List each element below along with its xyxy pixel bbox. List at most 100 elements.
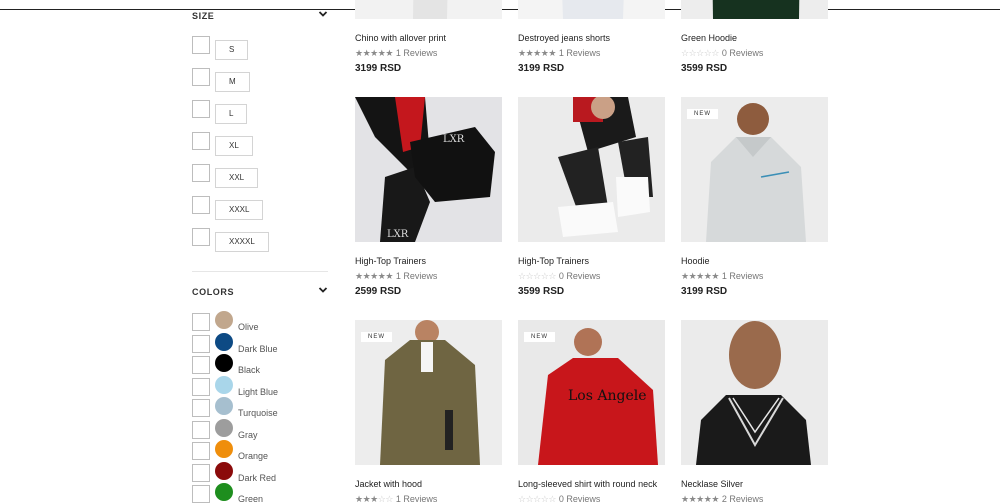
product-rating: ☆☆☆☆☆ 0 Reviews [518, 271, 600, 281]
product-price: 3599 RSD [681, 63, 728, 74]
color-swatch[interactable] [215, 375, 233, 394]
color-option[interactable]: Light Blue [192, 375, 328, 398]
color-checkbox[interactable] [192, 442, 210, 460]
colors-filter-header[interactable]: COLORS [192, 287, 328, 301]
size-chip[interactable]: XL [215, 136, 253, 156]
size-option[interactable]: M [192, 68, 328, 92]
product-rating: ★★★★★ 1 Reviews [518, 48, 600, 58]
filter-divider [192, 271, 328, 272]
size-option[interactable]: S [192, 36, 328, 60]
size-checkbox[interactable] [192, 132, 210, 150]
color-label: Turquoise [238, 408, 278, 418]
star-rating-icon: ☆☆☆☆☆ [681, 48, 719, 58]
product-image[interactable]: LXR LXR [355, 97, 502, 242]
size-option[interactable]: XL [192, 132, 328, 156]
size-checkbox[interactable] [192, 228, 210, 246]
color-label: Black [238, 365, 261, 375]
product-price: 2599 RSD [355, 286, 402, 297]
star-rating-icon: ☆☆☆☆☆ [518, 271, 556, 281]
size-chip[interactable]: XXXL [215, 200, 264, 220]
color-option[interactable]: Orange [192, 440, 328, 462]
size-chip[interactable]: XXL [215, 168, 259, 188]
color-swatch[interactable] [215, 397, 233, 415]
product-rating: ★★★★★ 1 Reviews [355, 271, 437, 281]
size-option[interactable]: XXL [192, 164, 328, 188]
product-name[interactable]: Destroyed jeans shorts [518, 33, 610, 43]
product-name[interactable]: Necklase Silver [681, 479, 743, 489]
product-name[interactable]: High-Top Trainers [518, 256, 589, 266]
review-count: 1 Reviews [558, 48, 601, 58]
size-filter-title: SIZE [192, 11, 215, 21]
size-filter-header[interactable]: SIZE [192, 11, 328, 25]
color-label: Gray [238, 429, 258, 440]
color-option[interactable]: Turquoise [192, 397, 328, 419]
product-name[interactable]: High-Top Trainers [355, 256, 426, 266]
colors-filter-title: COLORS [192, 287, 235, 297]
size-checkbox[interactable] [192, 100, 210, 118]
color-option[interactable]: Black [192, 354, 328, 376]
color-checkbox[interactable] [192, 463, 210, 482]
size-checkbox[interactable] [192, 164, 210, 182]
color-swatch[interactable] [215, 311, 233, 329]
color-option[interactable]: Olive [192, 311, 328, 333]
star-rating-icon: ★★★★★ [355, 48, 393, 58]
size-option[interactable]: XXXL [192, 196, 328, 220]
svg-text:Los Angele: Los Angele [568, 388, 647, 404]
size-checkbox[interactable] [192, 36, 210, 54]
svg-text:LXR: LXR [387, 229, 409, 240]
size-chip[interactable]: L [215, 104, 248, 124]
product-rating: ★★★★★ 2 Reviews [681, 494, 763, 503]
new-badge: NEW [687, 109, 718, 119]
product-name[interactable]: Jacket with hood [355, 479, 422, 489]
color-checkbox[interactable] [192, 356, 210, 374]
size-chip[interactable]: XXXXL [215, 232, 269, 252]
new-badge: NEW [524, 332, 555, 342]
color-option[interactable]: Dark Blue [192, 332, 328, 355]
color-label: Dark Blue [238, 343, 278, 354]
product-image[interactable] [355, 0, 502, 19]
color-swatch[interactable] [215, 461, 233, 480]
product-image[interactable] [518, 97, 665, 242]
color-checkbox[interactable] [192, 420, 210, 439]
color-swatch[interactable] [215, 354, 233, 372]
color-swatch[interactable] [215, 483, 233, 501]
review-count: 1 Reviews [395, 271, 438, 281]
chevron-down-icon[interactable] [318, 285, 328, 295]
product-name[interactable]: Green Hoodie [681, 33, 737, 43]
product-name[interactable]: Long-sleeved shirt with round neck [518, 479, 657, 489]
color-label: Dark Red [238, 472, 277, 483]
color-swatch[interactable] [215, 418, 233, 437]
review-count: 0 Reviews [721, 48, 764, 58]
color-option[interactable]: Gray [192, 418, 328, 441]
size-option[interactable]: L [192, 100, 328, 124]
product-image[interactable]: NEW [681, 97, 828, 242]
color-option[interactable]: Dark Red [192, 461, 328, 484]
product-price: 3599 RSD [518, 286, 565, 297]
product-name[interactable]: Chino with allover print [355, 33, 446, 43]
size-checkbox[interactable] [192, 68, 210, 86]
color-swatch[interactable] [215, 332, 233, 351]
size-checkbox[interactable] [192, 196, 210, 214]
product-image[interactable] [681, 0, 828, 19]
color-checkbox[interactable] [192, 399, 210, 417]
color-option[interactable]: Green [192, 483, 328, 503]
chevron-down-icon[interactable] [318, 9, 328, 19]
size-chip[interactable]: S [215, 40, 249, 60]
product-image[interactable]: NEW [355, 320, 502, 465]
product-name[interactable]: Hoodie [681, 256, 710, 266]
color-checkbox[interactable] [192, 377, 210, 396]
size-chip[interactable]: M [215, 72, 250, 92]
star-rating-icon: ★★★★★ [681, 494, 719, 503]
size-option[interactable]: XXXXL [192, 228, 328, 252]
color-checkbox[interactable] [192, 485, 210, 503]
star-rating-icon: ★★★☆☆ [355, 494, 393, 503]
product-image[interactable] [518, 0, 665, 19]
color-swatch[interactable] [215, 440, 233, 458]
color-checkbox[interactable] [192, 334, 210, 353]
product-image[interactable] [681, 320, 828, 465]
review-count: 1 Reviews [721, 271, 764, 281]
product-rating: ★★★★★ 1 Reviews [355, 48, 437, 58]
review-count: 2 Reviews [721, 494, 764, 503]
color-checkbox[interactable] [192, 313, 210, 331]
product-image[interactable]: Los Angele NEW [518, 320, 665, 465]
